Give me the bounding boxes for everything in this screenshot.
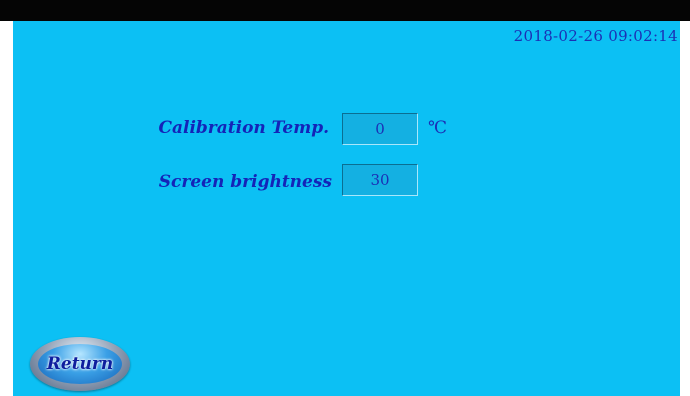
calibration-temp-label: Calibration Temp. (158, 118, 329, 138)
screen-brightness-input[interactable]: 30 (342, 164, 418, 196)
top-bezel (0, 0, 690, 21)
settings-screen: 2018-02-26 09:02:14 Calibration Temp. 0 … (13, 21, 680, 396)
calibration-temp-input[interactable]: 0 (342, 113, 418, 145)
return-button-label: Return (46, 354, 114, 374)
left-bezel (0, 21, 13, 396)
celsius-unit: ℃ (428, 118, 448, 138)
screen-brightness-label: Screen brightness (158, 172, 332, 192)
return-button[interactable]: Return (30, 337, 130, 391)
datetime-display: 2018-02-26 09:02:14 (513, 27, 678, 45)
